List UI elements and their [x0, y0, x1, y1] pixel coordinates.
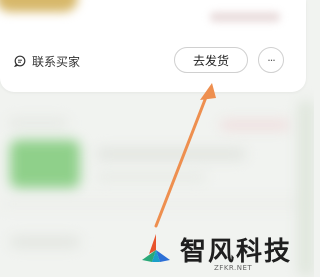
arrow-shaft	[154, 90, 210, 228]
watermark-site: ZFKR.NET	[214, 264, 253, 272]
watermark-brand: 智风科技	[180, 237, 293, 267]
watermark: 智风科技 ZFKR.NET	[136, 226, 306, 276]
zfkr-logo-icon	[142, 234, 170, 262]
arrow-head-icon	[200, 83, 216, 100]
